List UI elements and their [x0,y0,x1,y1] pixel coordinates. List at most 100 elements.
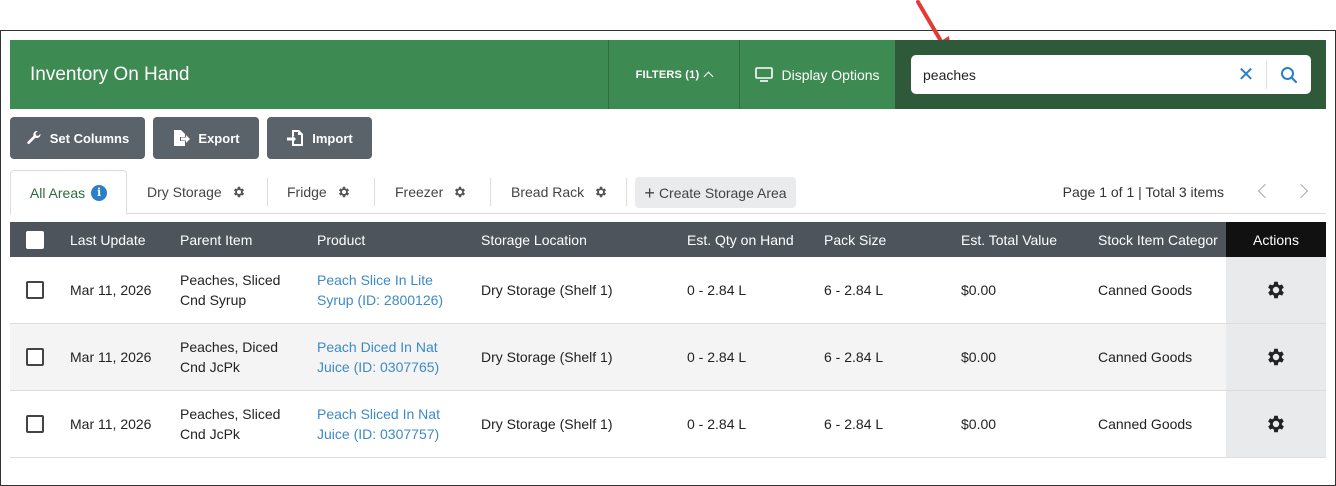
product-link: Peach Diced In Nat Juice (ID: 0307765) [317,337,439,377]
cell-est-qty: 0 - 2.84 L [687,349,747,365]
cell-last-update: Mar 11, 2026 [70,282,152,298]
monitor-icon [755,67,774,82]
header-pack-size[interactable]: Pack Size [824,222,886,257]
cell-pack-size: 6 - 2.84 L [824,416,884,432]
cell-storage-location: Dry Storage (Shelf 1) [481,282,613,298]
product-link-line[interactable]: Peach Diced In Nat [317,337,439,357]
header-est-total-value[interactable]: Est. Total Value [961,222,1057,257]
cell-est-qty: 0 - 2.84 L [687,416,747,432]
import-button[interactable]: Import [267,117,372,159]
select-all-cell [26,222,44,257]
select-all-checkbox[interactable] [26,230,44,249]
cell-storage-location: Dry Storage (Shelf 1) [481,349,613,365]
product-link: Peach Sliced In Nat Juice (ID: 0307757) [317,404,440,444]
parent-item-line: Peaches, Sliced [180,272,281,288]
header-storage-location[interactable]: Storage Location [481,222,587,257]
cell-category: Canned Goods [1098,416,1193,432]
export-label: Export [198,130,240,146]
header-est-qty[interactable]: Est. Qty on Hand [687,222,794,257]
row-actions-button[interactable] [1226,257,1326,323]
chevron-right-icon[interactable] [1293,183,1309,199]
info-icon[interactable]: i [91,184,108,201]
filters-toggle[interactable]: FILTERS (1) [608,40,739,109]
header-actions: Actions [1226,222,1326,257]
row-actions-button[interactable] [1226,324,1326,390]
tab-divider [490,178,491,206]
cell-parent-item: Peaches, Diced Cnd JcPk [180,324,278,390]
create-storage-area-button[interactable]: + Create Storage Area [635,177,796,208]
search-area: ✕ [895,40,1326,109]
parent-item-line: Peaches, Diced [180,339,279,355]
cell-storage-location: Dry Storage (Shelf 1) [481,416,613,432]
tab-all-areas[interactable]: All Areas i [10,170,127,215]
cell-est-qty: 0 - 2.84 L [687,282,747,298]
search-button[interactable] [1267,55,1311,94]
parent-item-line: Cnd JcPk [180,426,240,442]
gear-icon [1268,415,1284,433]
parent-item-line: Peaches, Sliced [180,406,281,422]
cell-parent-item: Peaches, Sliced Cnd JcPk [180,391,280,457]
table-row: Mar 11, 2026 Peaches, Diced Cnd JcPk Peac… [10,324,1326,391]
product-link: Peach Slice In Lite Syrup (ID: 2800126) [317,270,443,310]
toolbar: Set Columns Export Import [10,117,372,159]
chevron-up-icon [703,71,714,82]
search-icon [1281,66,1298,83]
tab-dry-storage[interactable]: Dry Storage [147,170,246,214]
cell-parent-item: Peaches, Sliced Cnd Syrup [180,257,280,323]
row-checkbox[interactable] [26,348,44,366]
row-checkbox[interactable] [26,415,44,433]
export-button[interactable]: Export [153,117,259,159]
search-box: ✕ [911,55,1311,94]
product-link-line[interactable]: Peach Sliced In Nat [317,404,440,424]
tab-label: Freezer [395,184,444,200]
cell-total-value: $0.00 [961,282,997,298]
header-parent-item[interactable]: Parent Item [180,222,252,257]
parent-item-line: Cnd Syrup [180,292,247,308]
tab-divider [626,178,627,206]
cell-product[interactable]: Peach Sliced In Nat Juice (ID: 0307757) [317,391,440,457]
gear-icon[interactable] [232,185,246,199]
product-link-line[interactable]: Juice (ID: 0307765) [317,357,439,377]
tab-label: Bread Rack [511,184,585,200]
display-options-label: Display Options [781,66,880,83]
cell-last-update: Mar 11, 2026 [70,416,152,432]
tab-fridge[interactable]: Fridge [287,170,351,214]
header-last-update[interactable]: Last Update [70,222,146,257]
cell-pack-size: 6 - 2.84 L [824,282,884,298]
tab-label: Dry Storage [147,184,222,200]
display-options-button[interactable]: Display Options [739,40,895,109]
gear-icon[interactable] [453,185,467,199]
search-input[interactable] [911,55,1226,94]
table-row: Mar 11, 2026 Peaches, Sliced Cnd Syrup Pe… [10,257,1326,324]
gear-icon [1268,348,1284,366]
export-icon [174,130,191,146]
cell-product[interactable]: Peach Slice In Lite Syrup (ID: 2800126) [317,257,443,323]
tab-label: All Areas [29,184,86,201]
gear-icon[interactable] [594,185,608,199]
gear-icon[interactable] [337,185,351,199]
cell-product[interactable]: Peach Diced In Nat Juice (ID: 0307765) [317,324,439,390]
row-checkbox[interactable] [26,281,44,299]
header-product[interactable]: Product [317,222,365,257]
tab-label: Fridge [287,184,327,200]
tab-bread-rack[interactable]: Bread Rack [511,170,608,214]
product-link-line[interactable]: Syrup (ID: 2800126) [317,290,443,310]
chevron-left-icon[interactable] [1257,183,1273,199]
header-stock-item-category[interactable]: Stock Item Categor [1098,222,1218,257]
product-link-line[interactable]: Juice (ID: 0307757) [317,424,440,444]
tab-freezer[interactable]: Freezer [395,170,467,214]
tab-divider [374,178,375,206]
table-header: Last Update Parent Item Product Storage … [10,222,1326,257]
set-columns-label: Set Columns [49,130,130,146]
storage-area-tabs: All Areas i Dry Storage Fridge Freezer B… [10,170,1326,215]
set-columns-button[interactable]: Set Columns [10,117,145,159]
cell-total-value: $0.00 [961,349,997,365]
plus-icon: + [644,182,655,203]
product-link-line[interactable]: Peach Slice In Lite [317,270,443,290]
clear-search-icon[interactable]: ✕ [1226,55,1266,94]
tab-divider [267,178,268,206]
page-header: Inventory On Hand FILTERS (1) Display Op… [10,40,1326,109]
filters-label: FILTERS (1) [635,68,700,81]
row-actions-button[interactable] [1226,391,1326,457]
wrench-icon [27,130,41,144]
